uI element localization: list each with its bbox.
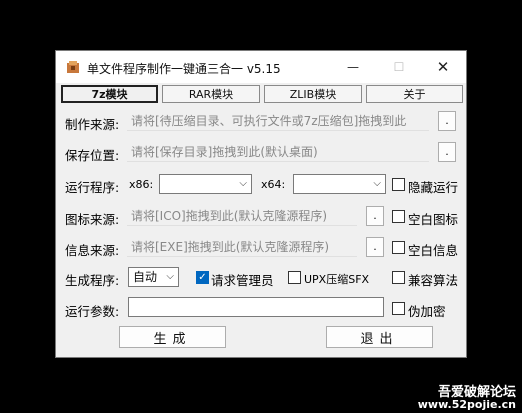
x86-label: x86: xyxy=(129,178,154,191)
tab-zlib[interactable]: ZLIB模块 xyxy=(264,85,362,103)
chevron-down-icon: ⌵ xyxy=(239,178,247,189)
exit-button[interactable]: 退出 xyxy=(326,326,433,348)
fake-encrypt-label: 伪加密 xyxy=(408,304,446,319)
admin-label: 请求管理员 xyxy=(211,273,274,288)
x86-select[interactable]: ⌵ xyxy=(159,174,252,194)
source-label: 制作来源: xyxy=(65,117,120,132)
upx-checkbox[interactable] xyxy=(288,271,301,284)
blank-icon-checkbox[interactable] xyxy=(392,210,405,223)
blank-info-label: 空白信息 xyxy=(408,243,459,258)
maximize-button: ☐ xyxy=(376,51,422,83)
icon-browse-button[interactable]: . xyxy=(366,206,384,226)
upx-label: UPX压缩SFX xyxy=(304,273,370,286)
tab-about[interactable]: 关于 xyxy=(366,85,463,103)
save-browse-button[interactable]: . xyxy=(438,142,456,162)
hide-run-label: 隐藏运行 xyxy=(408,180,459,195)
fake-encrypt-checkbox[interactable] xyxy=(392,302,405,315)
info-field[interactable]: 请将[EXE]拖拽到此(默认克隆源程序) xyxy=(127,237,357,257)
tab-7z[interactable]: 7z模块 xyxy=(61,85,158,103)
blank-info-checkbox[interactable] xyxy=(392,241,405,254)
x64-select[interactable]: ⌵ xyxy=(293,174,386,194)
minimize-button[interactable]: — xyxy=(330,51,376,83)
icon-field[interactable]: 请将[ICO]拖拽到此(默认克隆源程序) xyxy=(127,206,357,226)
checkmark-icon: ✓ xyxy=(198,272,207,283)
hide-run-checkbox[interactable] xyxy=(392,178,405,191)
app-window: 单文件程序制作一键通三合一 v5.15 — ☐ ✕ 7z模块 RAR模块 ZLI… xyxy=(55,50,467,358)
chevron-down-icon: ⌵ xyxy=(166,271,174,282)
info-browse-button[interactable]: . xyxy=(366,237,384,257)
watermark-url: www.52pojie.cn xyxy=(417,398,516,411)
gen-select-value: 自动 xyxy=(133,270,158,284)
save-field[interactable]: 请将[保存目录]拖拽到此(默认桌面) xyxy=(127,142,429,162)
close-icon: ✕ xyxy=(436,58,450,76)
window-title: 单文件程序制作一键通三合一 v5.15 xyxy=(87,62,281,76)
app-icon xyxy=(67,61,79,73)
title-bar[interactable]: 单文件程序制作一键通三合一 v5.15 — ☐ ✕ xyxy=(56,51,466,83)
compat-checkbox[interactable] xyxy=(392,271,405,284)
compat-label: 兼容算法 xyxy=(408,273,459,288)
module-tabs: 7z模块 RAR模块 ZLIB模块 关于 xyxy=(61,85,463,103)
source-field[interactable]: 请将[待压缩目录、可执行文件或7z压缩包]拖拽到此 xyxy=(127,111,429,131)
params-label: 运行参数: xyxy=(65,304,120,319)
minimize-icon: — xyxy=(347,60,359,74)
chevron-down-icon: ⌵ xyxy=(373,178,381,189)
params-input[interactable] xyxy=(128,297,384,317)
maximize-icon: ☐ xyxy=(393,60,405,74)
tab-rar[interactable]: RAR模块 xyxy=(162,85,260,103)
gen-label: 生成程序: xyxy=(65,273,120,288)
source-browse-button[interactable]: . xyxy=(438,111,456,131)
icon-label: 图标来源: xyxy=(65,212,120,227)
x64-label: x64: xyxy=(261,178,286,191)
save-label: 保存位置: xyxy=(65,148,120,163)
blank-icon-label: 空白图标 xyxy=(408,212,459,227)
admin-checkbox[interactable]: ✓ xyxy=(196,271,209,284)
generate-button[interactable]: 生成 xyxy=(119,326,226,348)
gen-select[interactable]: 自动 ⌵ xyxy=(128,267,179,287)
run-label: 运行程序: xyxy=(65,180,120,195)
close-button[interactable]: ✕ xyxy=(420,51,466,83)
info-label: 信息来源: xyxy=(65,243,120,258)
